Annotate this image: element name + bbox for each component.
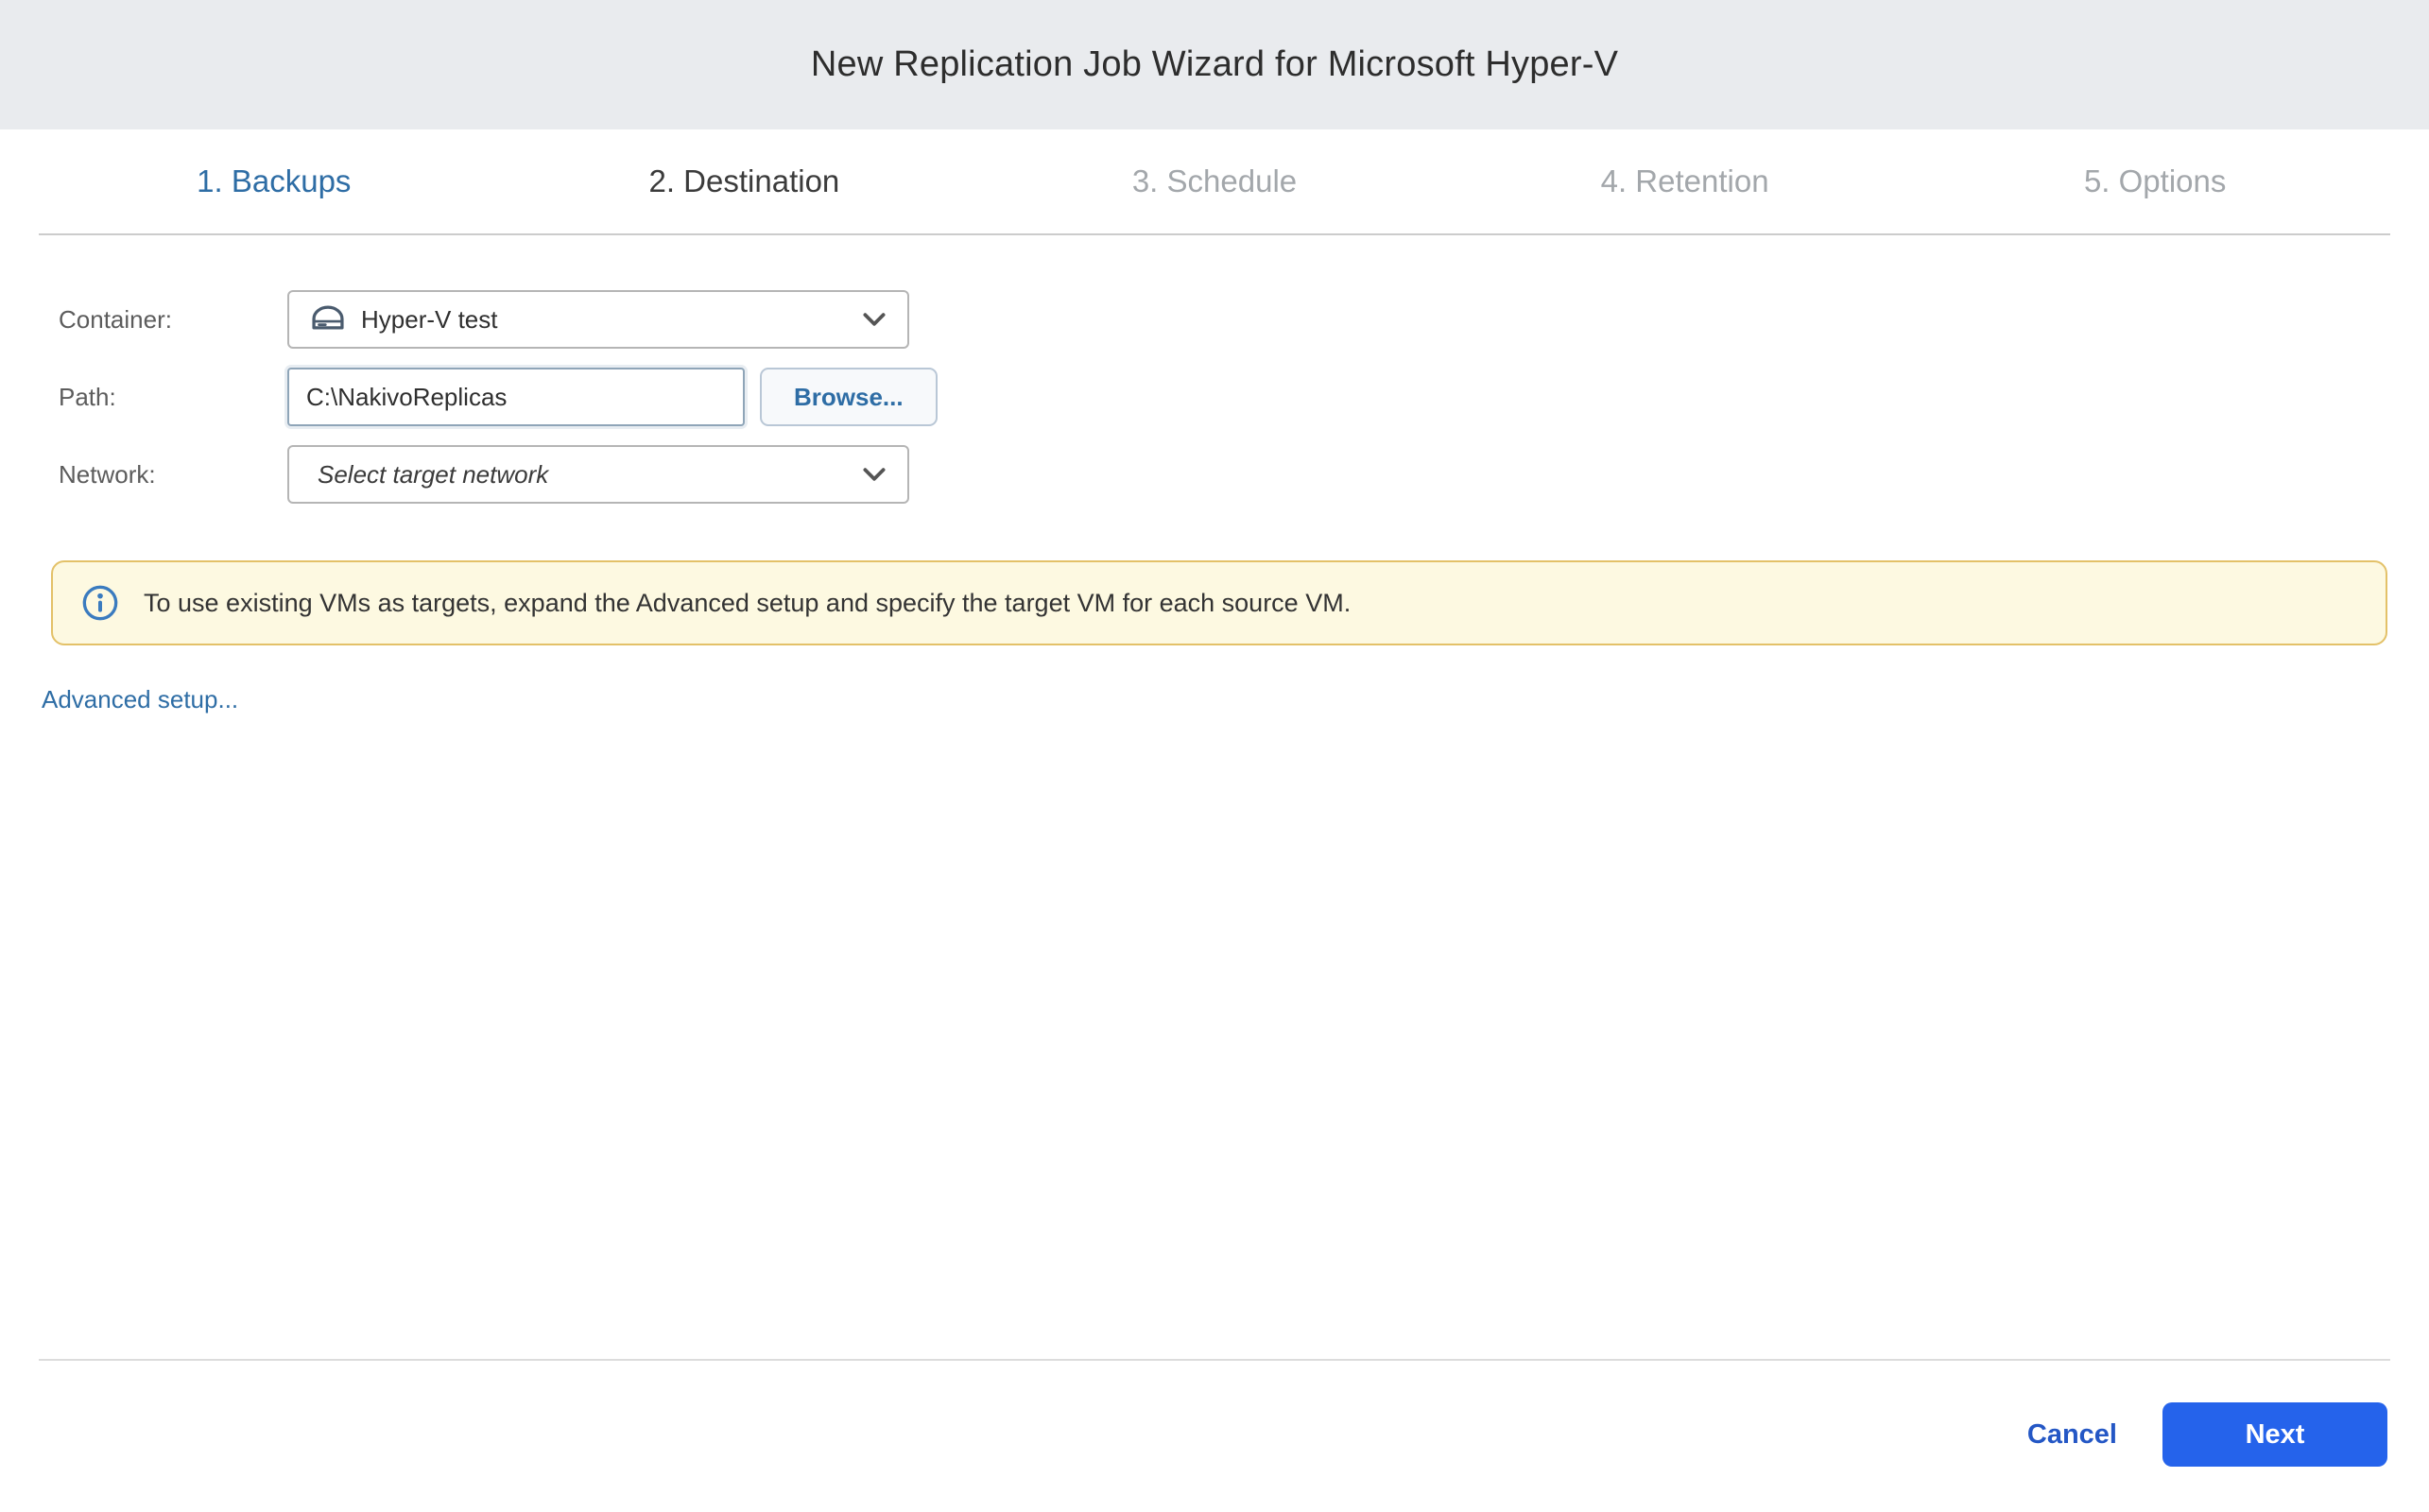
wizard-steps-bar: 1. Backups 2. Destination 3. Schedule 4.… [39, 129, 2390, 235]
destination-form: Container: Hyper-V test Path: Browse... … [0, 235, 2429, 523]
browse-button[interactable]: Browse... [760, 368, 938, 426]
step-retention[interactable]: 4. Retention [1450, 163, 1921, 199]
next-button[interactable]: Next [2162, 1402, 2387, 1467]
chevron-down-icon [862, 312, 887, 327]
path-label: Path: [59, 383, 287, 412]
step-backups[interactable]: 1. Backups [39, 163, 509, 199]
network-dropdown[interactable]: Select target network [287, 445, 909, 504]
step-destination[interactable]: 2. Destination [509, 163, 980, 199]
page-title: New Replication Job Wizard for Microsoft… [811, 44, 1618, 85]
wizard-steps: 1. Backups 2. Destination 3. Schedule 4.… [39, 129, 2390, 233]
path-row: Path: Browse... [59, 368, 2429, 426]
info-icon [81, 584, 119, 622]
chevron-down-icon [862, 467, 887, 482]
container-label: Container: [59, 305, 287, 335]
footer: Cancel Next [0, 1361, 2429, 1512]
container-dropdown[interactable]: Hyper-V test [287, 290, 909, 349]
wizard-header: New Replication Job Wizard for Microsoft… [0, 0, 2429, 129]
container-value: Hyper-V test [361, 305, 862, 335]
content-spacer [0, 714, 2429, 1359]
step-schedule[interactable]: 3. Schedule [979, 163, 1450, 199]
network-label: Network: [59, 460, 287, 490]
advanced-setup-link[interactable]: Advanced setup... [42, 685, 238, 714]
info-banner-text: To use existing VMs as targets, expand t… [144, 589, 1351, 618]
container-row: Container: Hyper-V test [59, 290, 2429, 349]
path-input[interactable] [287, 368, 745, 426]
cancel-button[interactable]: Cancel [2027, 1419, 2117, 1451]
step-options[interactable]: 5. Options [1920, 163, 2390, 199]
info-banner: To use existing VMs as targets, expand t… [51, 560, 2387, 645]
network-placeholder: Select target network [318, 460, 862, 490]
hyperv-container-icon [310, 303, 346, 336]
network-row: Network: Select target network [59, 445, 2429, 504]
